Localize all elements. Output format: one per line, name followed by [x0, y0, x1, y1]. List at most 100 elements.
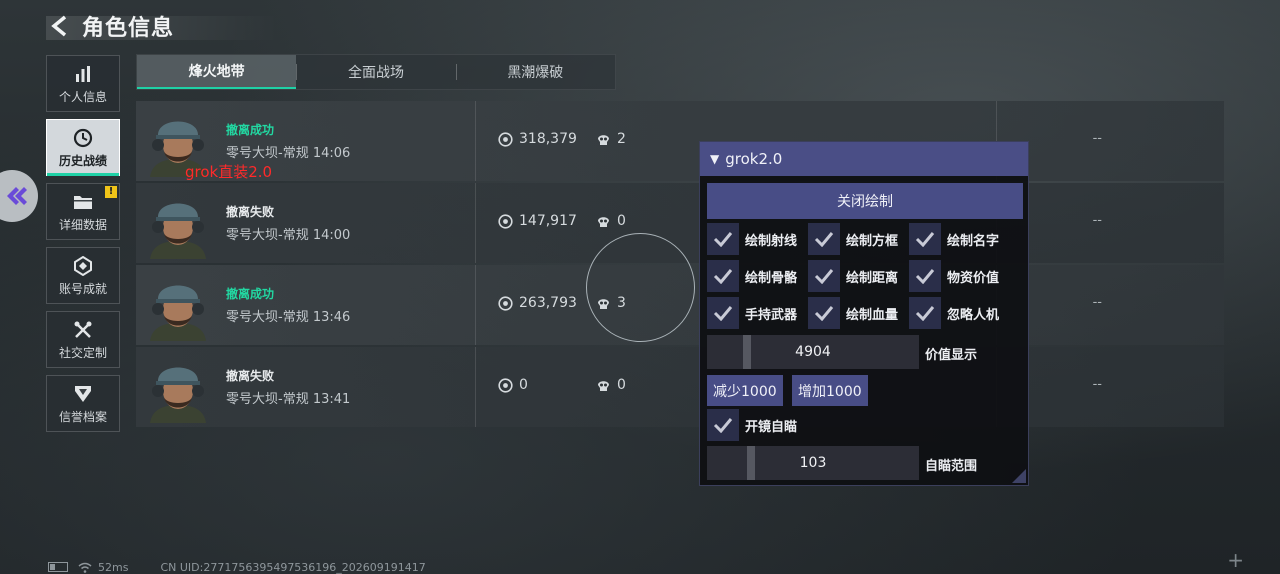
nav-item-match-history[interactable]: 历史战绩 [46, 119, 120, 176]
checkbox-row: 绘制射线 绘制方框 绘制名字 [707, 223, 1010, 255]
match-time: 14:06 [312, 146, 351, 161]
checkbox-held-weapon[interactable]: 手持武器 [707, 297, 808, 329]
nav-item-social-custom[interactable]: 社交定制 [46, 311, 120, 368]
kill-count: 0 [596, 213, 626, 229]
resize-grip-icon[interactable] [1012, 469, 1026, 483]
operator-avatar [144, 353, 212, 423]
extraction-status: 撤离成功 [226, 123, 275, 137]
loot-value-text: 0 [519, 377, 528, 393]
notification-badge: ! [105, 186, 117, 198]
map-name: 零号大坝-常规 [226, 146, 309, 161]
tab-black-tide[interactable]: 黑潮爆破 [455, 55, 615, 89]
record-info: 撤离失败 零号大坝-常规 14:00 [226, 203, 350, 243]
operator-avatar [144, 271, 212, 341]
cheat-menu-window: ▼ grok2.0 关闭绘制 绘制射线 绘制方框 绘制名字 绘制骨骼 绘制距离 … [699, 141, 1029, 486]
menu-title-bar[interactable]: ▼ grok2.0 [700, 142, 1028, 176]
decrease-1000-button[interactable]: 减少1000 [707, 375, 783, 406]
match-time: 14:00 [312, 228, 351, 243]
checkbox-draw-name[interactable]: 绘制名字 [909, 223, 1010, 255]
kill-count-text: 0 [617, 213, 626, 229]
mode-tabs: 烽火地带 全面战场 黑潮爆破 [136, 54, 616, 90]
map-name: 零号大坝-常规 [226, 228, 309, 243]
record-map-time: 零号大坝-常规 13:46 [226, 306, 350, 325]
slider-label: 价值显示 [925, 348, 978, 363]
checkbox-label: 绘制距离 [846, 270, 899, 286]
checkbox-ignore-bots[interactable]: 忽略人机 [909, 297, 1010, 329]
shield-icon [72, 383, 94, 405]
slider-value: 103 [799, 455, 827, 471]
divider [475, 101, 476, 181]
status-footer: 52ms CN UID:2771756395497536196_20260919… [48, 560, 426, 574]
checkbox-draw-line[interactable]: 绘制射线 [707, 223, 808, 255]
divider [475, 265, 476, 345]
checkmark-icon [808, 260, 840, 292]
empty-placeholder: -- [1092, 295, 1102, 310]
checkbox-draw-skeleton[interactable]: 绘制骨骼 [707, 260, 808, 292]
increase-1000-button[interactable]: 增加1000 [792, 375, 868, 406]
side-drawer-handle[interactable] [0, 170, 38, 222]
record-map-time: 零号大坝-常规 14:06 [226, 142, 350, 161]
close-draw-button[interactable]: 关闭绘制 [707, 183, 1023, 219]
double-chevron-icon [7, 187, 27, 205]
clock-icon [72, 127, 94, 149]
bar-chart-icon [72, 63, 94, 85]
extraction-status: 撤离失败 [226, 205, 275, 219]
match-record-row[interactable]: 撤离成功 零号大坝-常规 14:06 318,379 2 -- [136, 101, 1224, 181]
checkbox-label: 开镜自瞄 [745, 419, 798, 435]
slider-grab[interactable] [743, 335, 751, 369]
divider [475, 183, 476, 263]
checkmark-icon [909, 223, 941, 255]
match-time: 13:46 [312, 310, 351, 325]
nav-item-personal-info[interactable]: 个人信息 [46, 55, 120, 112]
checkbox-row: 手持武器 绘制血量 忽略人机 [707, 297, 1010, 329]
nav-label: 历史战绩 [58, 153, 107, 168]
value-display-slider[interactable]: 4904 [707, 335, 919, 369]
nav-item-reputation[interactable]: 信誉档案 [46, 375, 120, 432]
kill-count: 0 [596, 377, 626, 393]
tab-hazard-zone[interactable]: 烽火地带 [137, 55, 297, 89]
operator-avatar [144, 189, 212, 259]
match-time: 13:41 [312, 392, 351, 407]
slider-value: 4904 [795, 344, 831, 360]
overlay-watermark-text: grok直装2.0 [185, 163, 273, 181]
empty-placeholder: -- [1092, 213, 1102, 228]
match-record-row[interactable]: 撤离失败 零号大坝-常规 13:41 0 0 -- [136, 347, 1224, 427]
skull-icon [598, 380, 609, 391]
page-header: 角色信息 [46, 10, 278, 42]
nav-label: 个人信息 [58, 89, 107, 104]
checkbox-item-value[interactable]: 物资价值 [909, 260, 1010, 292]
loot-value-text: 263,793 [519, 295, 577, 311]
checkmark-icon [707, 297, 739, 329]
checkbox-label: 绘制名字 [947, 233, 1000, 249]
checkbox-draw-health[interactable]: 绘制血量 [808, 297, 909, 329]
coin-icon [498, 131, 513, 147]
nav-label: 详细数据 [58, 217, 107, 232]
checkbox-scope-aim[interactable]: 开镜自瞄 [707, 409, 847, 441]
slider-grab[interactable] [747, 446, 755, 480]
record-map-time: 零号大坝-常规 13:41 [226, 388, 350, 407]
record-info: 撤离成功 零号大坝-常规 14:06 [226, 121, 350, 161]
checkbox-label: 绘制射线 [745, 233, 798, 249]
loot-value: 0 [498, 377, 528, 393]
coin-icon [498, 377, 513, 393]
empty-placeholder: -- [1092, 131, 1102, 146]
nav-item-achievements[interactable]: 账号成就 [46, 247, 120, 304]
back-button[interactable] [46, 11, 74, 41]
aim-range-slider[interactable]: 103 [707, 446, 919, 480]
nav-label: 社交定制 [58, 345, 107, 360]
battery-icon [48, 562, 68, 572]
kill-count: 2 [596, 131, 626, 147]
tab-full-battlefield[interactable]: 全面战场 [296, 55, 455, 89]
collapse-triangle-icon[interactable]: ▼ [710, 152, 719, 166]
nav-item-detailed-data[interactable]: ! 详细数据 [46, 183, 120, 240]
coin-icon [498, 213, 513, 229]
loot-value: 318,379 [498, 131, 577, 147]
checkbox-label: 手持武器 [745, 307, 798, 323]
loot-value-text: 147,917 [519, 213, 577, 229]
touch-joystick-circle[interactable] [586, 233, 695, 342]
divider [475, 347, 476, 427]
checkbox-draw-distance[interactable]: 绘制距离 [808, 260, 909, 292]
record-info: 撤离失败 零号大坝-常规 13:41 [226, 367, 350, 407]
wifi-icon [78, 562, 92, 573]
checkbox-draw-box[interactable]: 绘制方框 [808, 223, 909, 255]
